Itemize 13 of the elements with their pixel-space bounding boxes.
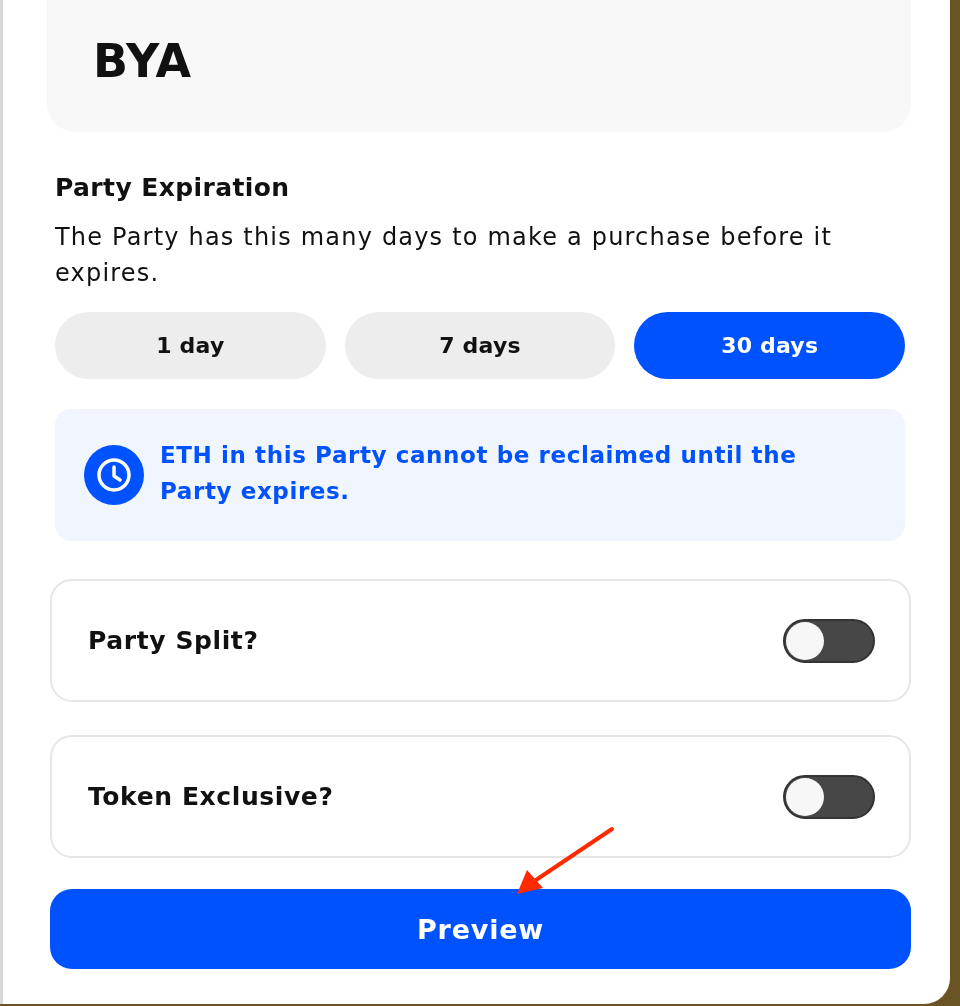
header-title: BYA xyxy=(93,38,192,84)
toggle-switch[interactable] xyxy=(783,774,875,819)
duration-option[interactable]: 1 day xyxy=(55,312,326,379)
preview-button[interactable]: Preview xyxy=(50,889,911,969)
toggle-switch[interactable] xyxy=(783,618,875,663)
clock-icon xyxy=(84,445,144,505)
section-description: The Party has this many days to make a purchase before it expires. xyxy=(55,222,834,289)
toggle-label: Party Split? xyxy=(88,626,259,655)
duration-option[interactable]: 7 days xyxy=(344,312,616,379)
toggle-label: Token Exclusive? xyxy=(88,782,334,811)
section-title: Party Expiration xyxy=(55,172,290,203)
notice-text: ETH in this Party cannot be reclaimed until the Party expires. xyxy=(160,441,798,506)
duration-option[interactable]: 30 days xyxy=(634,312,905,379)
